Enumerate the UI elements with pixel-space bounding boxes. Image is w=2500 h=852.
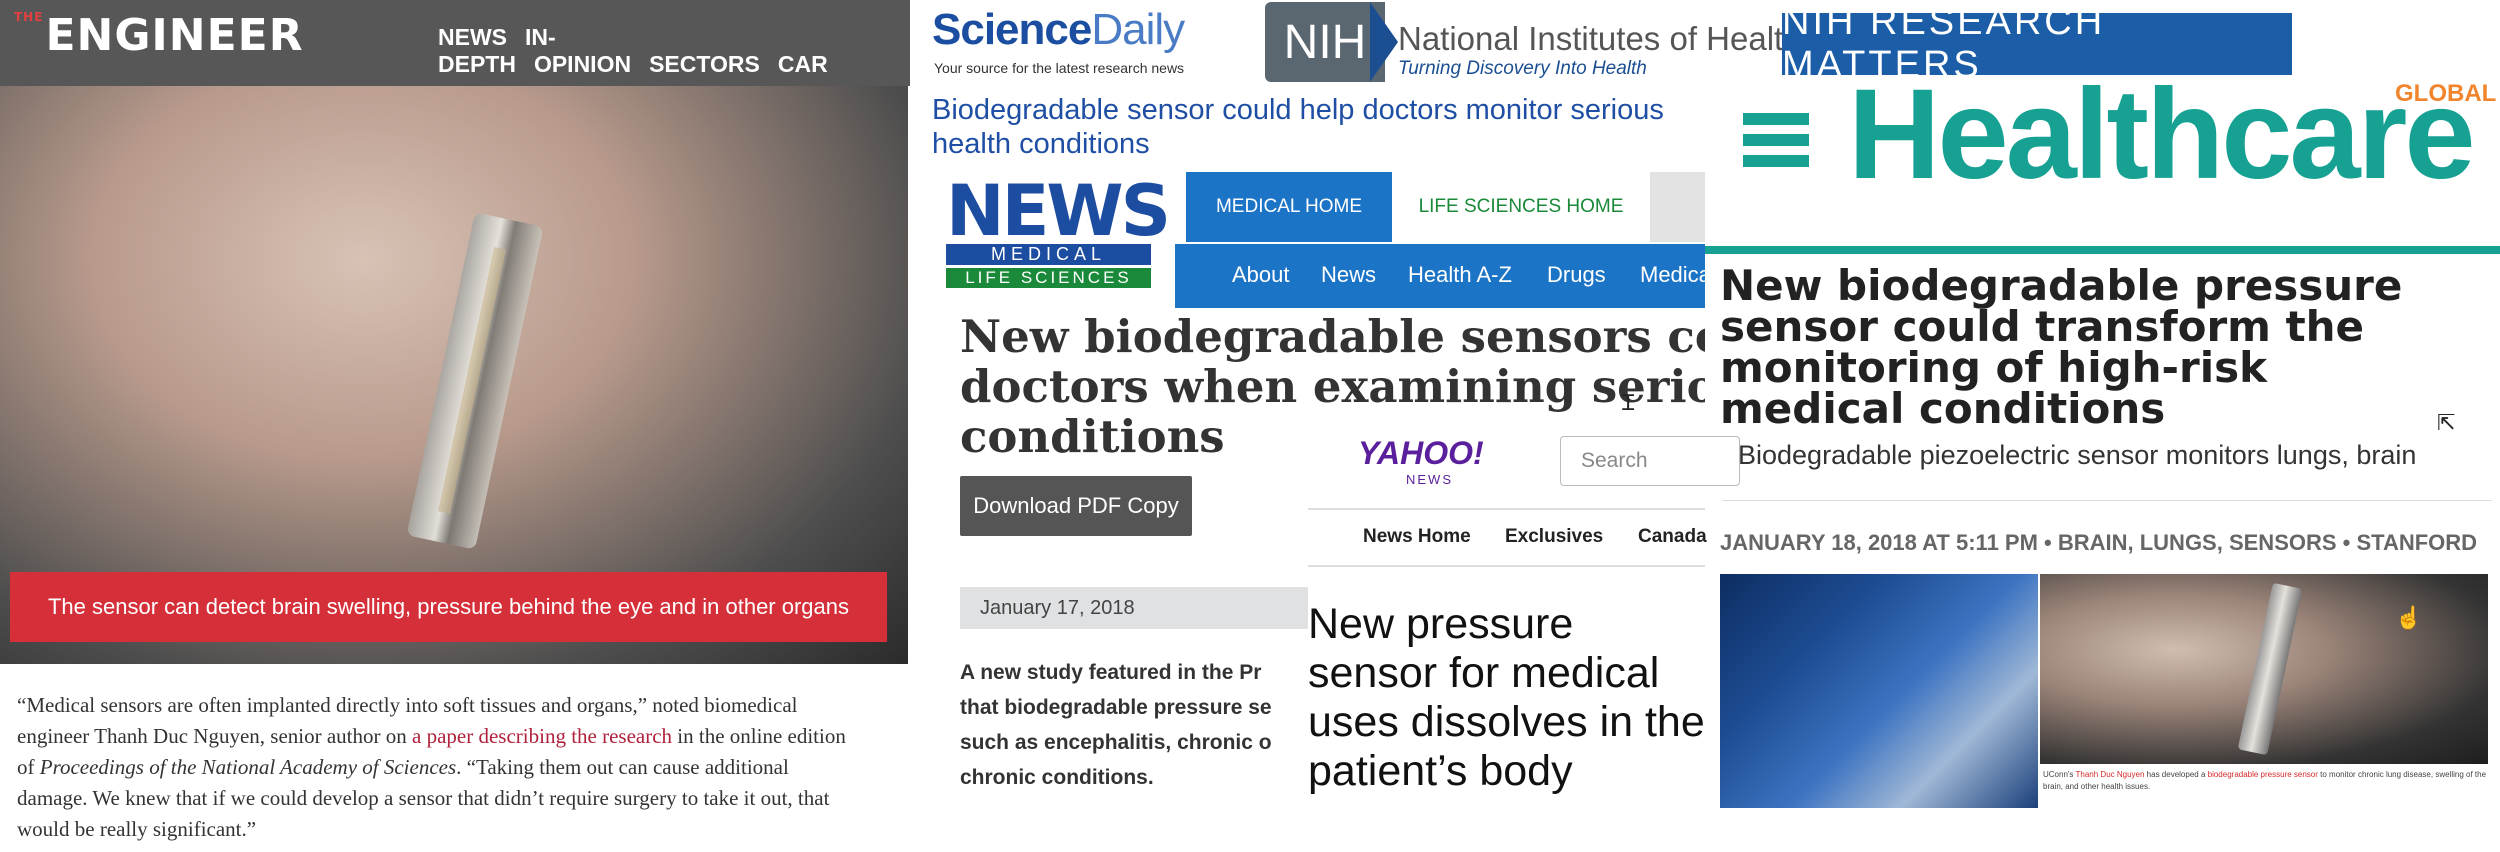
journal-name: Proceedings of the National Academy of S…: [39, 755, 457, 779]
article-date: January 17, 2018: [960, 587, 1308, 629]
caption-part-b: has developed a: [2144, 770, 2208, 779]
tab-life-sciences-home[interactable]: LIFE SCIENCES HOME: [1392, 172, 1650, 242]
engineer-logo[interactable]: THEENGINEER: [14, 10, 304, 61]
news-medical-logo[interactable]: NEWS MEDICAL LIFE SCIENCES: [946, 170, 1171, 290]
intro-line-2: that biodegradable pressure se: [960, 696, 1272, 719]
hand-cursor-icon: ☝: [2395, 605, 2423, 630]
sciencedaily-tagline: Your source for the latest research news: [934, 60, 1185, 76]
nav-exclusives[interactable]: Exclusives: [1505, 526, 1603, 548]
sensor-device-image: [406, 212, 544, 550]
engineer-panel: THEENGINEER NEWS IN-DEPTH OPINION SECTORS CA…: [0, 0, 910, 852]
nav-item-opinion[interactable]: OPINION: [534, 51, 631, 77]
healthcare-rule: [1722, 500, 2492, 501]
nih-logo-badge[interactable]: NIH: [1265, 2, 1385, 82]
headline-line-1: New biodegradable sensors could a: [960, 312, 1705, 363]
subnav-about[interactable]: About: [1232, 262, 1290, 288]
tab-medical-home[interactable]: MEDICAL HOME: [1186, 172, 1392, 242]
yahoo-headline[interactable]: New pressure sensor for medical uses dis…: [1308, 600, 1705, 796]
article-intro: A new study featured in the Pr that biod…: [960, 655, 1308, 795]
yahoo-divider: [1308, 508, 1705, 510]
sciencedaily-logo-science: Science: [932, 5, 1092, 54]
search-input[interactable]: Search: [1560, 436, 1740, 486]
nav-item-careers[interactable]: CAR: [778, 51, 828, 77]
intro-line-3: such as encephalitis, chronic o: [960, 731, 1272, 754]
subnav-news[interactable]: News: [1321, 262, 1376, 288]
yahoo-divider-2: [1308, 565, 1705, 567]
nih-name: National Institutes of Health: [1398, 20, 1802, 57]
healthcare-divider: [1705, 246, 2500, 254]
download-pdf-button[interactable]: Download PDF Copy: [960, 476, 1192, 536]
gloved-hands-image: [1720, 574, 2038, 808]
caption-sensor-link[interactable]: biodegradable pressure sensor: [2208, 770, 2318, 779]
sciencedaily-logo[interactable]: ScienceDaily: [932, 5, 1185, 55]
nih-tagline: Turning Discovery Into Health: [1398, 58, 1647, 79]
caption-part-a: UConn's: [2043, 770, 2076, 779]
sensor-image: [2040, 574, 2488, 764]
arrow-cursor-icon: ⇱: [2437, 410, 2456, 435]
paper-link[interactable]: a paper describing the research: [412, 724, 672, 748]
healthcare-meta: JANUARY 18, 2018 AT 5:11 PM • BRAIN, LUN…: [1720, 530, 2478, 555]
yahoo-logo[interactable]: YAHOO!: [1358, 435, 1484, 472]
intro-line-1: A new study featured in the Pr: [960, 661, 1262, 684]
engineer-logo-text: ENGINEER: [45, 10, 304, 61]
nav-item-sectors[interactable]: SECTORS: [649, 51, 760, 77]
article-paragraph: “Medical sensors are often implanted dir…: [17, 690, 857, 845]
healthcare-logo[interactable]: Healthcare: [1848, 70, 2476, 200]
headline-line-2: doctors when examining serious he: [960, 360, 1705, 413]
subnav-drugs[interactable]: Drugs: [1547, 262, 1606, 288]
sciencedaily-headline[interactable]: Biodegradable sensor could help doctors …: [932, 93, 1732, 161]
news-medical-logo-life: LIFE SCIENCES: [946, 268, 1151, 288]
caption-name-link[interactable]: Thanh Duc Nguyen: [2076, 770, 2145, 779]
nav-item-news[interactable]: NEWS: [438, 24, 507, 50]
nav-canada[interactable]: Canada: [1638, 526, 1707, 548]
healthcare-global-label: GLOBAL: [2395, 80, 2497, 107]
engineer-menu: NEWS IN-DEPTH OPINION SECTORS CAR: [438, 24, 910, 78]
news-medical-subnav: About News Health A-Z Drugs Medica: [1175, 244, 1711, 308]
healthcare-headline[interactable]: New biodegradable pressure sensor could …: [1720, 265, 2460, 430]
healthcare-subhead: Biodegradable piezoelectric sensor monit…: [1738, 440, 2417, 470]
yahoo-news-label: NEWS: [1406, 472, 1453, 487]
hamburger-menu-icon[interactable]: [1743, 113, 1809, 173]
nav-news-home[interactable]: News Home: [1363, 526, 1471, 548]
subnav-medical[interactable]: Medica: [1640, 262, 1711, 288]
nih-chevron-icon: [1370, 2, 1398, 82]
subnav-health-a-z[interactable]: Health A-Z: [1408, 262, 1512, 288]
yahoo-news-panel: YAHOO! NEWS Search News Home Exclusives …: [1308, 420, 1740, 850]
image-caption: UConn's Thanh Duc Nguyen has developed a…: [2043, 769, 2488, 793]
tab-extra[interactable]: [1650, 172, 1705, 242]
sensor-device-image-2: [2237, 582, 2303, 756]
photo-caption: The sensor can detect brain swelling, pr…: [10, 572, 887, 642]
news-medical-logo-news: NEWS: [946, 170, 1171, 252]
text-cursor-icon: Ɪ: [1622, 390, 1635, 415]
engineer-logo-prefix: THE: [14, 10, 44, 24]
intro-line-4: chronic conditions.: [960, 766, 1154, 789]
sciencedaily-logo-daily: Daily: [1091, 5, 1185, 54]
